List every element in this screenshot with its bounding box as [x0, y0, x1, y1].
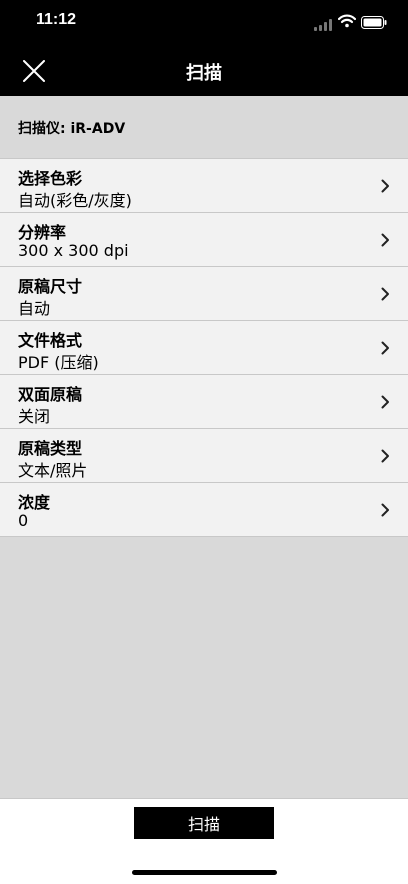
setting-row-original-type[interactable]: 原稿类型 文本/照片 — [0, 429, 408, 483]
setting-row-density[interactable]: 浓度 0 — [0, 483, 408, 537]
setting-title: 选择色彩 — [18, 169, 83, 188]
scanner-name: 扫描仪: iR-ADV — [18, 121, 126, 137]
chevron-right-icon — [381, 233, 389, 247]
scanner-header: 扫描仪: iR-ADV — [0, 96, 408, 158]
chevron-right-icon — [381, 287, 389, 301]
setting-row-resolution[interactable]: 分辨率 300 x 300 dpi — [0, 213, 408, 267]
setting-value: 文本/照片 — [18, 461, 88, 480]
settings-list: 选择色彩 自动(彩色/灰度) 分辨率 300 x 300 dpi 原稿尺寸 自动… — [0, 158, 408, 537]
navigation-bar: 扫描 — [0, 44, 408, 96]
setting-value: PDF (压缩) — [18, 353, 99, 372]
battery-icon — [361, 14, 387, 29]
setting-value: 0 — [18, 511, 29, 530]
setting-value: 300 x 300 dpi — [18, 241, 129, 260]
setting-title: 原稿尺寸 — [18, 277, 83, 296]
chevron-right-icon — [381, 341, 389, 355]
setting-value: 关闭 — [18, 407, 51, 426]
scan-button[interactable]: 扫描 — [134, 807, 274, 839]
setting-value: 自动 — [18, 299, 51, 318]
wifi-icon — [337, 13, 357, 28]
home-indicator[interactable] — [132, 870, 277, 875]
page-title: 扫描 — [186, 63, 222, 84]
setting-title: 原稿类型 — [18, 439, 83, 458]
status-time: 11:12 — [36, 11, 77, 28]
status-bar: 11:12 — [0, 0, 408, 44]
chevron-right-icon — [381, 449, 389, 463]
bottom-toolbar: 扫描 — [0, 798, 408, 884]
setting-title: 浓度 — [18, 493, 51, 512]
setting-row-file-format[interactable]: 文件格式 PDF (压缩) — [0, 321, 408, 375]
chevron-right-icon — [381, 395, 389, 409]
setting-row-color[interactable]: 选择色彩 自动(彩色/灰度) — [0, 159, 408, 213]
setting-title: 双面原稿 — [18, 385, 83, 404]
cellular-signal-icon — [314, 16, 332, 31]
setting-row-duplex[interactable]: 双面原稿 关闭 — [0, 375, 408, 429]
setting-title: 分辨率 — [18, 223, 67, 242]
setting-title: 文件格式 — [18, 331, 83, 350]
chevron-right-icon — [381, 503, 389, 517]
chevron-right-icon — [381, 179, 389, 193]
setting-value: 自动(彩色/灰度) — [18, 191, 132, 210]
setting-row-original-size[interactable]: 原稿尺寸 自动 — [0, 267, 408, 321]
